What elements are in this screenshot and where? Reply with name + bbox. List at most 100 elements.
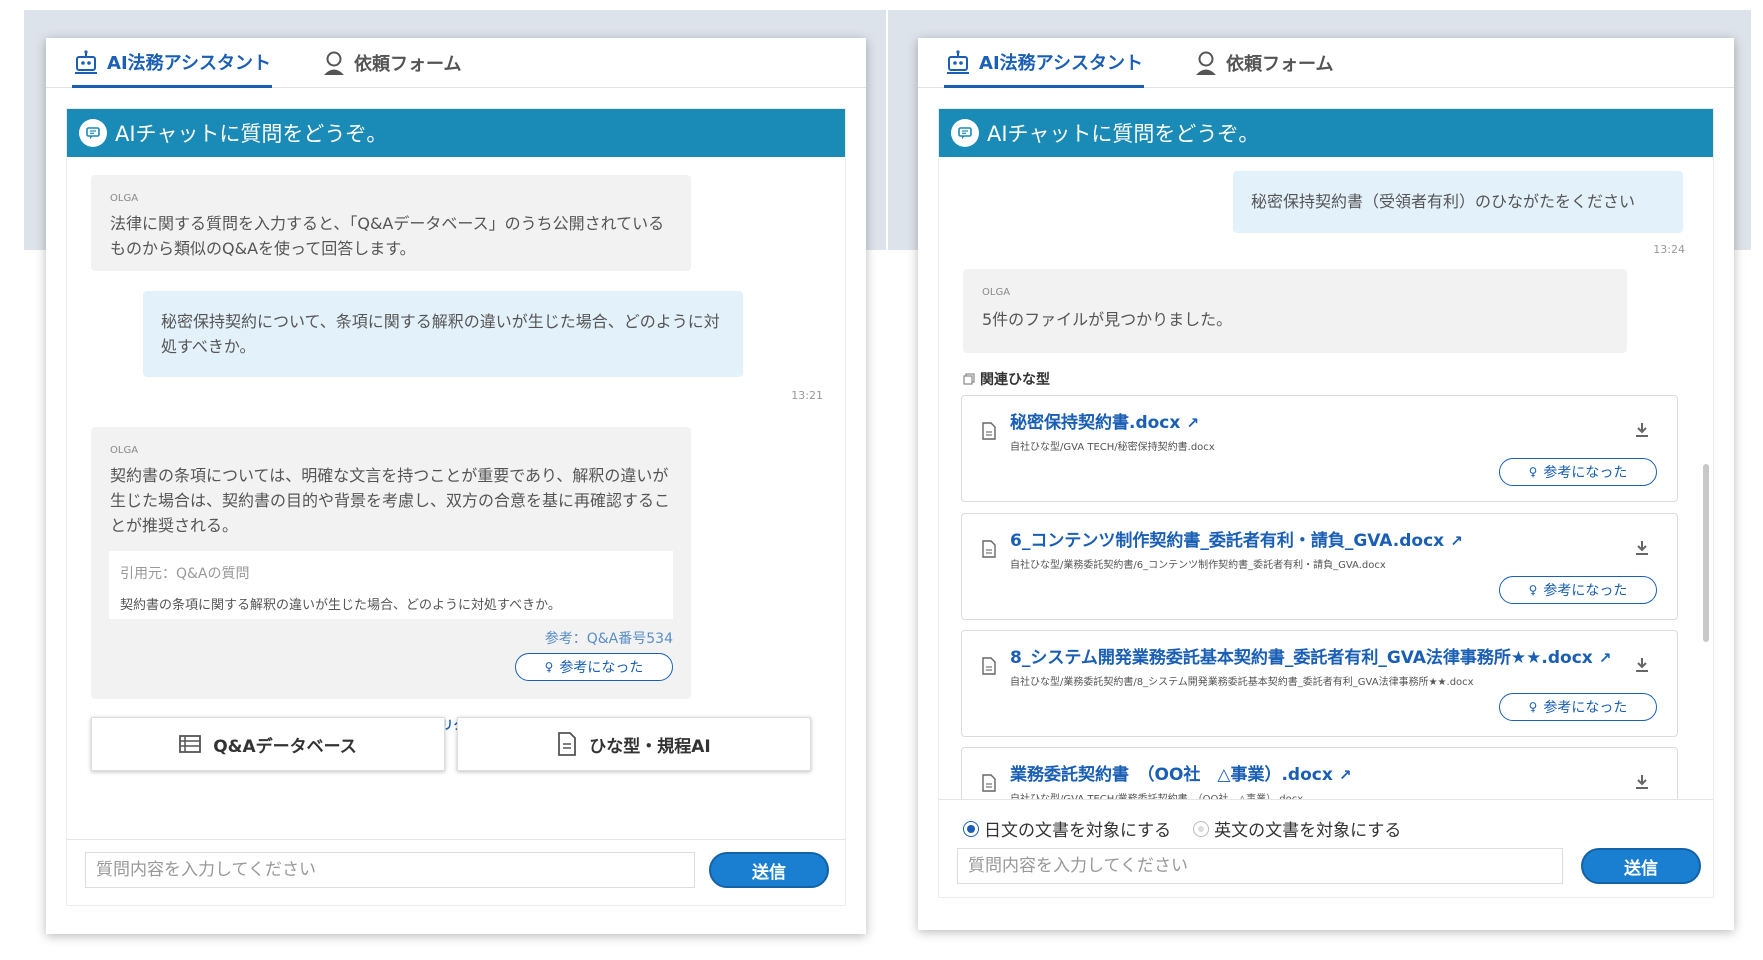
japanese-radio[interactable]	[963, 820, 979, 837]
tab-ai-assistant-label: AI法務アシスタント	[107, 52, 271, 74]
tab-ai-assistant-label: AI法務アシスタント	[979, 52, 1143, 74]
assistant-panel-right: AI法務アシスタント 依頼フォーム AIチャットに質問をどうぞ。 秘密保持契約書…	[918, 38, 1734, 930]
user-message: 秘密保持契約書（受領者有利）のひながたをください	[1233, 171, 1683, 233]
lightbulb-icon: ♀	[1528, 465, 1538, 479]
helpful-label: 参考になった	[1543, 583, 1628, 599]
scrollbar[interactable]	[1703, 464, 1709, 642]
file-card: 秘密保持契約書.docx ↗ 自社ひな型/GVA TECH/秘密保持契約書.doc…	[961, 395, 1678, 502]
file-card: 6_コンテンツ制作契約書_委託者有利・請負_GVA.docx ↗ 自社ひな型/業務…	[961, 513, 1678, 620]
helpful-label: 参考になった	[1543, 465, 1628, 481]
external-link-icon: ↗	[1186, 414, 1199, 432]
robot-icon	[75, 49, 98, 74]
helpful-button[interactable]: ♀ 参考になった	[1499, 458, 1657, 486]
person-icon	[324, 51, 344, 75]
english-radio-label: 英文の文書を対象にする	[1214, 821, 1402, 841]
template-ai-label: ひな型・規程AI	[589, 736, 711, 757]
chat-header-title: AIチャットに質問をどうぞ。	[115, 122, 388, 146]
send-button[interactable]: 送信	[709, 852, 829, 888]
chat-bubble-icon	[79, 119, 107, 147]
message-text: 秘密保持契約書（受領者有利）のひながたをください	[1251, 192, 1636, 211]
download-icon[interactable]	[1635, 774, 1649, 790]
message-time: 13:24	[1653, 243, 1685, 256]
send-button[interactable]: 送信	[1581, 848, 1701, 884]
helpful-label: 参考になった	[559, 660, 644, 676]
tab-bar: AI法務アシスタント 依頼フォーム	[46, 38, 866, 88]
question-input[interactable]	[85, 852, 695, 888]
qa-database-button[interactable]: Q&Aデータベース	[91, 717, 445, 771]
ai-answer-message: OLGA 契約書の条項については、明確な文言を持つことが重要であり、解釈の違いが…	[91, 427, 691, 699]
chat-header: AIチャットに質問をどうぞ。	[939, 109, 1713, 157]
file-link[interactable]: 6_コンテンツ制作契約書_委託者有利・請負_GVA.docx ↗	[1010, 526, 1463, 551]
japanese-radio-label: 日文の文書を対象にする	[984, 821, 1172, 841]
file-path: 自社ひな型/業務委託契約書/8_システム開発業務委託基本契約書_委託者有利_GV…	[1010, 677, 1474, 688]
message-time: 13:21	[791, 389, 823, 402]
tab-bar: AI法務アシスタント 依頼フォーム	[918, 38, 1734, 88]
file-path: 自社ひな型/GVA TECH/秘密保持契約書.docx	[1010, 442, 1215, 453]
input-bar: 日文の文書を対象にする 英文の文書を対象にする 送信	[939, 799, 1713, 897]
download-icon[interactable]	[1635, 540, 1649, 556]
file-icon	[982, 657, 996, 675]
download-icon[interactable]	[1635, 657, 1649, 673]
file-icon	[982, 540, 996, 558]
chat-header: AIチャットに質問をどうぞ。	[67, 109, 845, 157]
language-radio-group: 日文の文書を対象にする 英文の文書を対象にする	[963, 816, 1401, 841]
external-link-icon: ↗	[1338, 766, 1352, 784]
english-radio[interactable]	[1193, 820, 1210, 837]
helpful-label: 参考になった	[1543, 700, 1628, 716]
file-name: 6_コンテンツ制作契約書_委託者有利・請負_GVA.docx	[1010, 531, 1445, 551]
external-link-icon: ↗	[1598, 649, 1612, 667]
qa-database-label: Q&Aデータベース	[213, 736, 357, 757]
file-icon	[982, 422, 996, 440]
file-path: 自社ひな型/業務委託契約書/6_コンテンツ制作契約書_委託者有利・請負_GVA.…	[1010, 560, 1386, 571]
ai-reply-message: OLGA 5件のファイルが見つかりました。	[963, 269, 1627, 353]
reference-link[interactable]: 参考：Q&A番号534	[545, 628, 673, 648]
message-text: 5件のファイルが見つかりました。	[982, 310, 1233, 329]
tab-request-form[interactable]: 依頼フォーム	[1194, 38, 1333, 88]
user-message: 秘密保持契約について、条項に関する解釈の違いが生じた場合、どのように対処すべきか…	[143, 291, 743, 377]
input-bar: 送信	[67, 839, 845, 905]
tab-request-form-label: 依頼フォーム	[1226, 54, 1334, 75]
tab-ai-assistant[interactable]: AI法務アシスタント	[944, 38, 1144, 88]
template-ai-button[interactable]: ひな型・規程AI	[457, 717, 811, 771]
assistant-panel-left: AI法務アシスタント 依頼フォーム AIチャットに質問をどうぞ。 OLGA 法律…	[46, 38, 866, 934]
chat-bubble-icon	[951, 119, 979, 147]
helpful-button[interactable]: ♀ 参考になった	[1499, 576, 1657, 604]
helpful-button[interactable]: ♀ 参考になった	[1499, 693, 1657, 721]
sender-name: OLGA	[982, 287, 1011, 298]
file-name: 業務委託契約書 （OO社 △事業）.docx	[1010, 765, 1333, 785]
file-link[interactable]: 秘密保持契約書.docx ↗	[1010, 408, 1199, 433]
robot-icon	[947, 49, 970, 74]
person-icon	[1196, 51, 1216, 75]
file-card: 8_システム開発業務委託基本契約書_委託者有利_GVA法律事務所★★.docx ↗…	[961, 630, 1678, 737]
question-input[interactable]	[957, 848, 1563, 884]
citation-text: 契約書の条項に関する解釈の違いが生じた場合、どのように対処すべきか。	[120, 598, 561, 613]
download-icon[interactable]	[1635, 422, 1649, 438]
helpful-button[interactable]: ♀ 参考になった	[515, 653, 673, 681]
external-link-icon: ↗	[1450, 532, 1463, 550]
file-name: 秘密保持契約書.docx	[1010, 413, 1181, 433]
copy-icon	[963, 373, 975, 385]
file-link[interactable]: 8_システム開発業務委託基本契約書_委託者有利_GVA法律事務所★★.docx ↗	[1010, 643, 1611, 668]
file-name: 8_システム開発業務委託基本契約書_委託者有利_GVA法律事務所★★.docx	[1010, 648, 1593, 668]
tab-ai-assistant[interactable]: AI法務アシスタント	[72, 38, 272, 88]
related-templates-label: 関連ひな型	[980, 372, 1050, 388]
file-link[interactable]: 業務委託契約書 （OO社 △事業）.docx ↗	[1010, 760, 1351, 785]
sender-name: OLGA	[110, 193, 139, 204]
related-templates-heading: 関連ひな型	[963, 369, 1050, 389]
tab-request-form-label: 依頼フォーム	[354, 54, 462, 75]
lightbulb-icon: ♀	[1528, 700, 1538, 714]
list-icon	[179, 735, 202, 753]
chat-header-title: AIチャットに質問をどうぞ。	[987, 122, 1260, 146]
message-text: 法律に関する質問を入力すると、「Q&Aデータベース」のうち公開されているものから…	[110, 214, 665, 258]
lightbulb-icon: ♀	[544, 660, 554, 674]
sender-name: OLGA	[110, 445, 139, 456]
ai-intro-message: OLGA 法律に関する質問を入力すると、「Q&Aデータベース」のうち公開されてい…	[91, 175, 691, 271]
chat-window: AIチャットに質問をどうぞ。 秘密保持契約書（受領者有利）のひながたをください …	[938, 108, 1714, 898]
file-icon	[982, 774, 996, 792]
document-icon	[558, 732, 577, 756]
message-text: 秘密保持契約について、条項に関する解釈の違いが生じた場合、どのように対処すべきか…	[161, 312, 720, 356]
citation-box: 引用元：Q&Aの質問 契約書の条項に関する解釈の違いが生じた場合、どのように対処…	[109, 551, 673, 619]
message-text: 契約書の条項については、明確な文言を持つことが重要であり、解釈の違いが生じた場合…	[110, 466, 671, 535]
citation-label: 引用元：Q&Aの質問	[120, 566, 250, 582]
tab-request-form[interactable]: 依頼フォーム	[322, 38, 461, 88]
